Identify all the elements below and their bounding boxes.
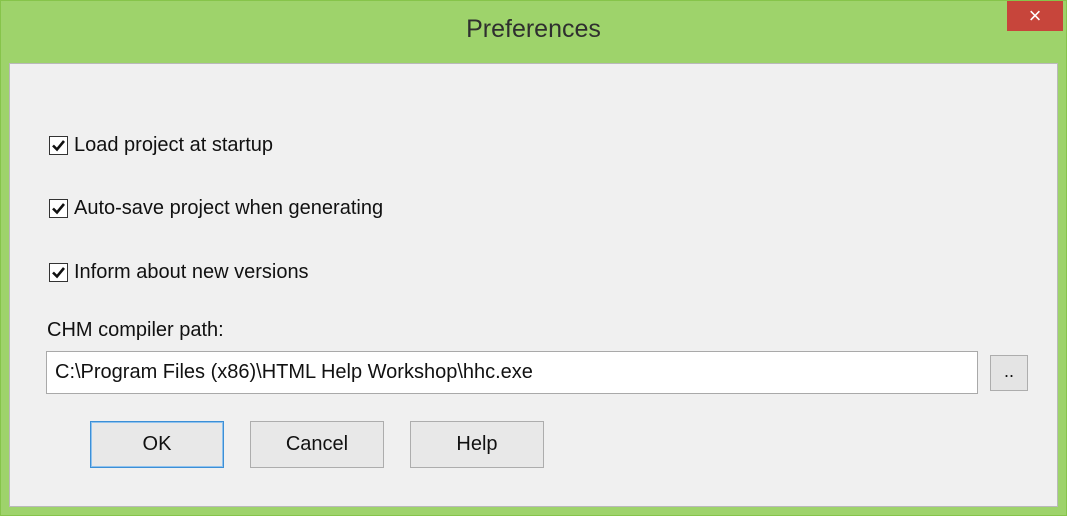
- load-project-option[interactable]: Load project at startup: [49, 133, 273, 157]
- help-button[interactable]: Help: [410, 421, 544, 468]
- inform-versions-option[interactable]: Inform about new versions: [49, 260, 309, 284]
- close-button[interactable]: ×: [1007, 1, 1063, 31]
- dialog-body: Load project at startup Auto-save projec…: [9, 63, 1058, 507]
- auto-save-label: Auto-save project when generating: [74, 196, 384, 219]
- close-icon: ×: [1028, 3, 1042, 28]
- compiler-path-label: CHM compiler path:: [47, 319, 224, 341]
- checkmark-icon: [52, 202, 66, 214]
- auto-save-checkbox[interactable]: [49, 198, 68, 218]
- window-title: Preferences: [466, 15, 601, 43]
- load-project-checkbox[interactable]: [49, 135, 68, 155]
- load-project-label: Load project at startup: [74, 133, 274, 156]
- cancel-button[interactable]: Cancel: [250, 421, 384, 468]
- title-bar[interactable]: Preferences ×: [1, 1, 1066, 63]
- auto-save-option[interactable]: Auto-save project when generating: [49, 196, 383, 220]
- compiler-path-input[interactable]: [46, 351, 978, 394]
- inform-versions-checkbox[interactable]: [49, 262, 68, 282]
- preferences-window: Preferences × Load project at startup Au…: [0, 0, 1067, 516]
- ok-button[interactable]: OK: [90, 421, 224, 468]
- inform-versions-label: Inform about new versions: [74, 260, 309, 283]
- checkmark-icon: [52, 266, 66, 278]
- browse-button[interactable]: ..: [990, 355, 1028, 391]
- checkmark-icon: [52, 139, 66, 151]
